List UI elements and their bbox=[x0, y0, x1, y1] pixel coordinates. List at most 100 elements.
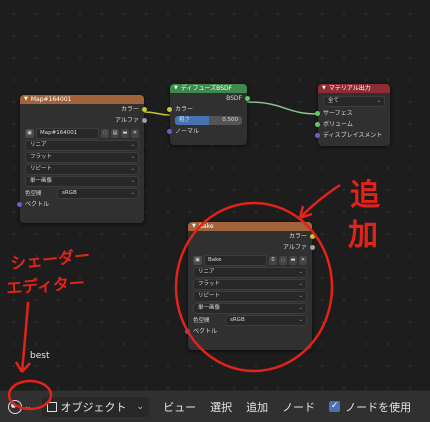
node-menu[interactable]: ノード bbox=[282, 399, 315, 415]
new-image-icon[interactable]: ▤ bbox=[111, 128, 119, 138]
node-title: Bake bbox=[198, 223, 214, 230]
object-mode-dropdown[interactable]: オブジェクト ⌄ bbox=[41, 396, 150, 417]
chevron-down-icon: ⌄ bbox=[298, 281, 303, 287]
input-label: ベクトル bbox=[193, 328, 218, 335]
input-volume: ボリューム bbox=[315, 119, 390, 130]
input-label: ノーマル bbox=[175, 128, 200, 135]
annotation-text-right-2: 加 bbox=[348, 218, 378, 253]
collapse-arrow-icon[interactable]: ▼ bbox=[322, 84, 326, 93]
link-bsdf-to-surface bbox=[246, 101, 319, 115]
colorspace-dropdown[interactable]: sRGB ⌄ bbox=[225, 314, 307, 326]
object-mode-label: オブジェクト bbox=[60, 400, 127, 414]
roughness-slider[interactable]: 粗さ 0.500 bbox=[175, 116, 242, 125]
socket-color[interactable] bbox=[167, 107, 172, 112]
unlink-icon[interactable]: ✕ bbox=[299, 255, 307, 265]
input-vector: ベクトル bbox=[185, 326, 312, 337]
image-selector: ▣ Bake 0 ◌ ▬ ✕ bbox=[193, 254, 307, 266]
slider-value: 0.500 bbox=[222, 117, 238, 123]
open-folder-icon[interactable]: ▬ bbox=[289, 255, 297, 265]
socket-vector[interactable] bbox=[17, 202, 22, 207]
input-vector: ベクトル bbox=[17, 199, 144, 210]
interpolation-dropdown[interactable]: リニア ⌄ bbox=[193, 267, 307, 278]
chevron-down-icon: ⌄ bbox=[298, 269, 303, 275]
extension-dropdown[interactable]: リピート ⌄ bbox=[193, 291, 307, 302]
image-texture-node-map[interactable]: ▼ Map#164001 カラー アルファ ▣ Map#164001 ◌ ▤ ▬… bbox=[17, 95, 147, 223]
dropdown-value: リピート bbox=[198, 293, 221, 299]
chevron-down-icon: ⌄ bbox=[130, 142, 135, 148]
use-nodes-label: ノードを使用 bbox=[345, 400, 412, 414]
socket-color[interactable] bbox=[310, 234, 315, 239]
fake-user-icon[interactable]: ◌ bbox=[279, 255, 287, 265]
socket-displacement[interactable] bbox=[315, 133, 320, 138]
chevron-down-icon: ⌄ bbox=[298, 305, 303, 311]
dropdown-value: リピート bbox=[30, 166, 53, 172]
node-header[interactable]: ▼ マテリアル出力 bbox=[318, 84, 390, 93]
chevron-down-icon: ⌄ bbox=[130, 154, 135, 160]
output-label: カラー bbox=[288, 233, 307, 240]
add-menu[interactable]: 追加 bbox=[246, 399, 268, 415]
target-dropdown[interactable]: 全て ⌄ bbox=[323, 96, 385, 107]
chevron-down-icon: ⌄ bbox=[136, 401, 145, 412]
dropdown-value: リニア bbox=[198, 269, 215, 275]
dropdown-value: リニア bbox=[30, 142, 47, 148]
colorspace-dropdown[interactable]: sRGB ⌄ bbox=[57, 187, 139, 199]
output-alpha: アルファ bbox=[20, 115, 147, 126]
image-browse-icon[interactable]: ▣ bbox=[25, 128, 34, 138]
editor-type-button[interactable]: ⌄ bbox=[8, 399, 32, 414]
colorspace-label: 色空間 bbox=[25, 191, 42, 197]
socket-alpha[interactable] bbox=[142, 118, 147, 123]
node-header[interactable]: ▼ Bake bbox=[188, 222, 312, 231]
dropdown-value: フラット bbox=[30, 154, 53, 160]
node-header[interactable]: ▼ ディフューズBSDF bbox=[170, 84, 247, 93]
projection-dropdown[interactable]: フラット ⌄ bbox=[25, 152, 139, 163]
source-dropdown[interactable]: 単一画像 ⌄ bbox=[25, 176, 139, 187]
open-folder-icon[interactable]: ▬ bbox=[121, 128, 129, 138]
input-label: ボリューム bbox=[323, 121, 353, 128]
input-label: カラー bbox=[175, 106, 194, 113]
use-nodes-toggle[interactable]: ✓ ノードを使用 bbox=[329, 399, 411, 415]
dropdown-value: sRGB bbox=[62, 189, 77, 196]
output-color: カラー bbox=[20, 104, 147, 115]
chevron-down-icon: ⌄ bbox=[130, 166, 135, 172]
collapse-arrow-icon[interactable]: ▼ bbox=[174, 84, 178, 93]
socket-color[interactable] bbox=[142, 107, 147, 112]
socket-surface[interactable] bbox=[315, 111, 320, 116]
diffuse-bsdf-node[interactable]: ▼ ディフューズBSDF BSDF カラー 粗さ 0.500 ノーマル bbox=[167, 84, 250, 145]
image-name-field[interactable]: Map#164001 bbox=[36, 127, 99, 139]
output-alpha: アルファ bbox=[188, 242, 315, 253]
socket-volume[interactable] bbox=[315, 122, 320, 127]
material-output-node[interactable]: ▼ マテリアル出力 全て ⌄ サーフェス ボリューム ディスプレイスメント bbox=[315, 84, 390, 146]
fake-user-icon[interactable]: ◌ bbox=[101, 128, 109, 138]
output-color: カラー bbox=[188, 231, 315, 242]
colorspace-label: 色空間 bbox=[193, 318, 210, 324]
link-color-to-color bbox=[143, 111, 171, 116]
output-label: アルファ bbox=[283, 244, 307, 251]
input-normal: ノーマル bbox=[167, 126, 247, 137]
select-menu[interactable]: 選択 bbox=[210, 399, 232, 415]
colorspace-row: 色空間 sRGB ⌄ bbox=[193, 314, 307, 326]
socket-bsdf[interactable] bbox=[245, 96, 250, 101]
output-bsdf: BSDF bbox=[170, 93, 250, 104]
projection-dropdown[interactable]: フラット ⌄ bbox=[193, 279, 307, 290]
extension-dropdown[interactable]: リピート ⌄ bbox=[25, 164, 139, 175]
socket-normal[interactable] bbox=[167, 129, 172, 134]
socket-vector[interactable] bbox=[185, 329, 190, 334]
unlink-icon[interactable]: ✕ bbox=[131, 128, 139, 138]
view-menu[interactable]: ビュー bbox=[163, 399, 196, 415]
shader-editor-icon bbox=[8, 399, 22, 414]
image-browse-icon[interactable]: ▣ bbox=[193, 255, 202, 265]
user-count-badge[interactable]: 0 bbox=[269, 255, 277, 265]
image-name-field[interactable]: Bake bbox=[204, 254, 267, 266]
image-selector: ▣ Map#164001 ◌ ▤ ▬ ✕ bbox=[25, 127, 139, 139]
chevron-down-icon: ⌄ bbox=[130, 178, 135, 184]
object-icon bbox=[46, 401, 57, 412]
collapse-arrow-icon[interactable]: ▼ bbox=[24, 95, 28, 104]
node-title: ディフューズBSDF bbox=[180, 85, 233, 92]
node-header[interactable]: ▼ Map#164001 bbox=[20, 95, 144, 104]
socket-alpha[interactable] bbox=[310, 245, 315, 250]
image-texture-node-bake[interactable]: ▼ Bake カラー アルファ ▣ Bake 0 ◌ ▬ ✕ リニア ⌄ フラット… bbox=[185, 222, 315, 350]
source-dropdown[interactable]: 単一画像 ⌄ bbox=[193, 303, 307, 314]
interpolation-dropdown[interactable]: リニア ⌄ bbox=[25, 140, 139, 151]
collapse-arrow-icon[interactable]: ▼ bbox=[192, 222, 196, 231]
checkbox-checked-icon[interactable]: ✓ bbox=[329, 401, 341, 412]
